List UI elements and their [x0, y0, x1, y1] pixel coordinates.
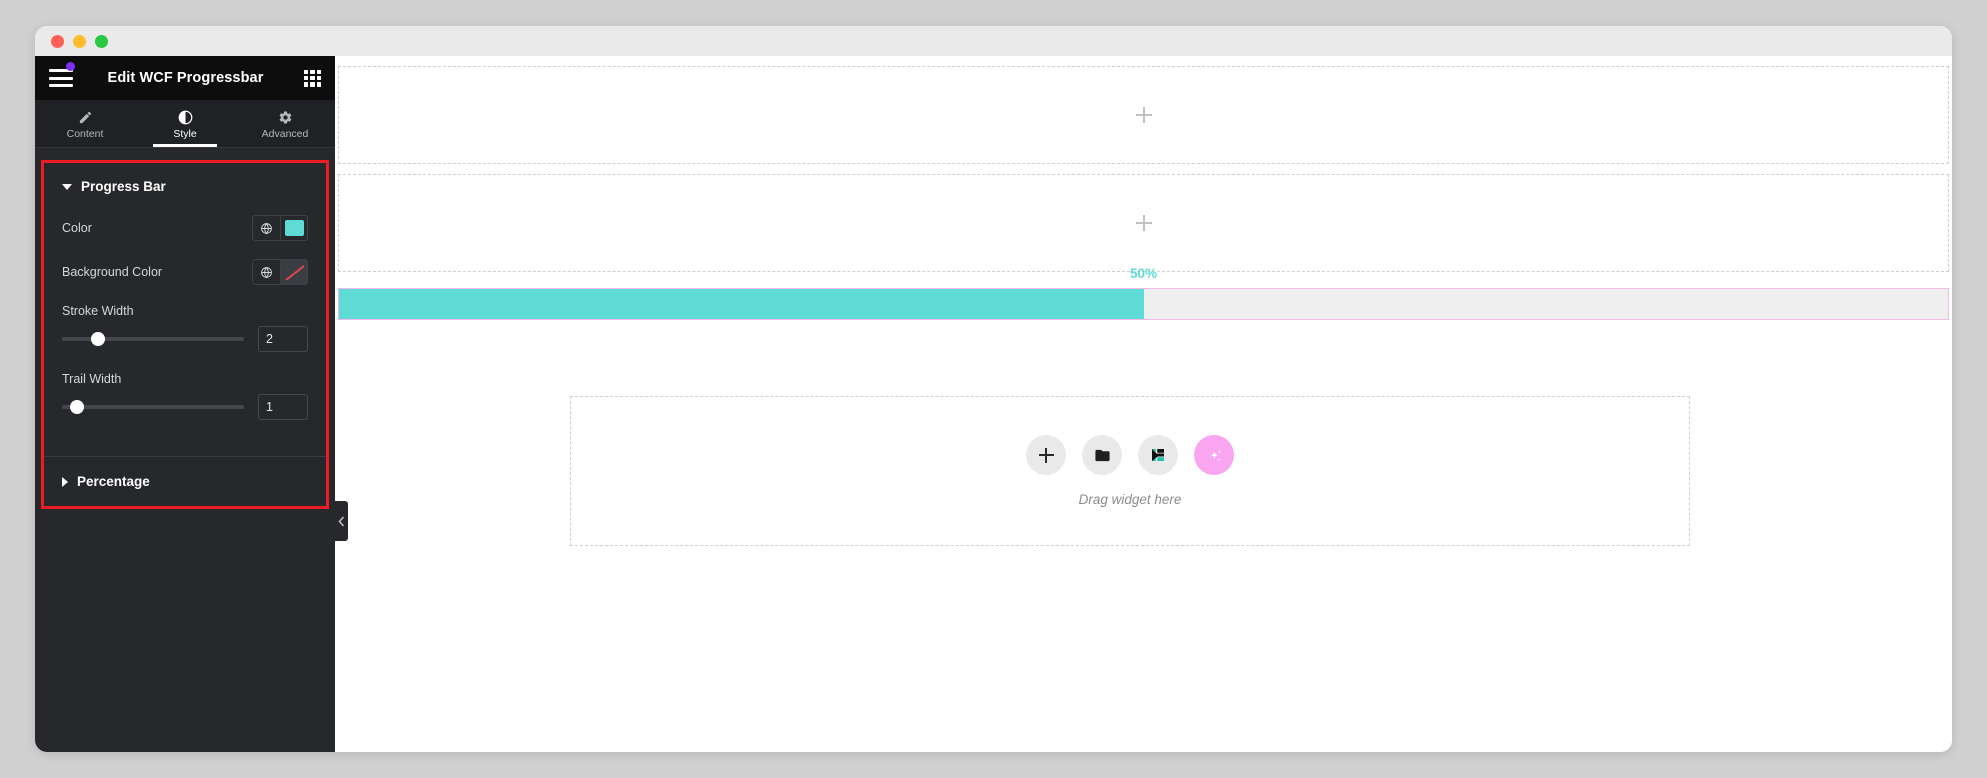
globe-icon[interactable]	[253, 260, 280, 284]
progressbar-fill	[339, 289, 1144, 319]
window-close-button[interactable]	[51, 34, 64, 48]
control-color: Color	[44, 206, 326, 250]
trail-width-slider[interactable]	[62, 398, 244, 416]
plus-icon	[1038, 447, 1054, 463]
editor-canvas: 50% Drag widget here	[335, 56, 1952, 752]
control-trail-width	[44, 388, 326, 430]
panel-tabs: Content Style Advanced	[35, 100, 335, 148]
add-element-button[interactable]	[1026, 435, 1066, 475]
notification-dot	[66, 62, 75, 71]
elementor-logo-icon	[1152, 449, 1164, 461]
color-control-group	[252, 215, 308, 241]
color-swatch[interactable]	[280, 216, 307, 240]
slider-track	[62, 337, 244, 341]
window-minimize-button[interactable]	[73, 34, 86, 48]
grid-icon[interactable]	[304, 69, 321, 87]
browser-window: Edit WCF Progressbar Content Style Advan…	[35, 26, 1952, 752]
control-background-color: Background Color	[44, 250, 326, 294]
section-progress-bar-header[interactable]: Progress Bar	[44, 163, 326, 206]
plus-icon[interactable]	[1135, 215, 1152, 231]
plus-icon[interactable]	[1135, 107, 1152, 123]
sparkle-icon	[1210, 449, 1221, 461]
control-background-color-label: Background Color	[62, 265, 163, 279]
dropzone-hint: Drag widget here	[1078, 492, 1182, 507]
dropzone-buttons	[1026, 435, 1234, 475]
panel-collapse-handle[interactable]	[335, 501, 348, 541]
empty-container[interactable]	[338, 66, 1949, 164]
ai-button[interactable]	[1194, 435, 1234, 475]
chevron-left-icon	[338, 515, 345, 527]
progressbar-percent-label: 50%	[1129, 266, 1158, 281]
section-percentage: Percentage	[44, 457, 326, 506]
trail-width-input[interactable]	[258, 394, 308, 420]
folder-icon	[1094, 449, 1110, 461]
globe-icon[interactable]	[253, 216, 280, 240]
background-color-swatch[interactable]	[280, 260, 307, 284]
section-progress-bar: Progress Bar Color Background Color Stro…	[44, 163, 326, 457]
contrast-icon	[178, 110, 193, 125]
add-template-button[interactable]	[1082, 435, 1122, 475]
slider-knob[interactable]	[91, 332, 106, 346]
tab-style[interactable]: Style	[135, 100, 235, 147]
panel-settings: Progress Bar Color Background Color Stro…	[35, 148, 335, 752]
control-stroke-width-label: Stroke Width	[62, 304, 134, 318]
tab-advanced-label: Advanced	[261, 128, 309, 140]
pencil-icon	[78, 110, 93, 125]
widget-dropzone[interactable]: Drag widget here	[570, 396, 1690, 546]
editor-panel: Edit WCF Progressbar Content Style Advan…	[35, 56, 335, 752]
control-color-label: Color	[62, 221, 92, 235]
tab-style-label: Style	[173, 128, 197, 140]
window-titlebar	[35, 26, 1952, 56]
window-maximize-button[interactable]	[95, 34, 108, 48]
slider-track	[62, 405, 244, 409]
progressbar-widget[interactable]: 50%	[338, 266, 1949, 320]
stroke-width-input[interactable]	[258, 326, 308, 352]
hamburger-icon[interactable]	[49, 62, 75, 87]
empty-container[interactable]	[338, 174, 1949, 272]
control-stroke-width	[44, 320, 326, 362]
chevron-right-icon	[62, 476, 68, 487]
highlighted-settings-region: Progress Bar Color Background Color Stro…	[41, 160, 329, 509]
page-title: Edit WCF Progressbar	[107, 70, 264, 86]
slider-knob[interactable]	[69, 400, 84, 414]
tab-advanced[interactable]: Advanced	[235, 100, 335, 147]
tab-content-label: Content	[66, 128, 104, 140]
gear-icon	[278, 110, 293, 125]
panel-header: Edit WCF Progressbar	[35, 56, 335, 100]
section-percentage-header[interactable]: Percentage	[44, 457, 326, 506]
progressbar-track	[339, 289, 1948, 319]
control-trail-width-label: Trail Width	[62, 372, 122, 386]
elementor-logo-button[interactable]	[1138, 435, 1178, 475]
stroke-width-slider[interactable]	[62, 330, 244, 348]
section-percentage-title: Percentage	[77, 474, 150, 489]
section-progress-bar-title: Progress Bar	[81, 179, 166, 194]
background-color-control-group	[252, 259, 308, 285]
tab-content[interactable]: Content	[35, 100, 135, 147]
editor-body: Edit WCF Progressbar Content Style Advan…	[35, 56, 1952, 752]
chevron-down-icon	[62, 183, 72, 190]
